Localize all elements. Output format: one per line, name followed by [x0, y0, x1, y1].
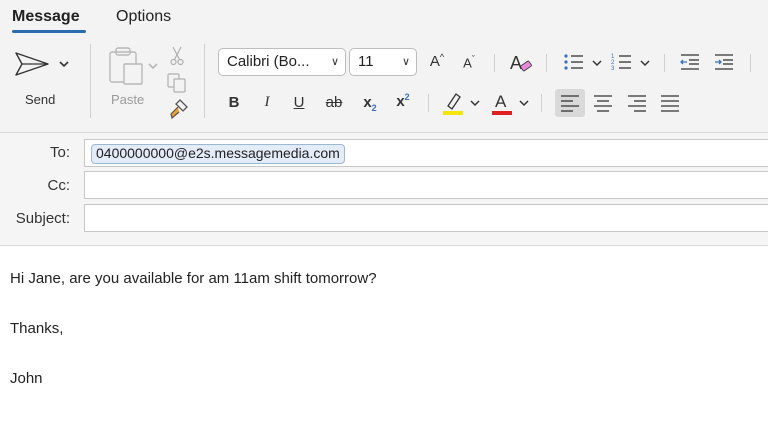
cc-field[interactable]: [84, 171, 768, 199]
paste-chevron-icon[interactable]: [148, 62, 158, 70]
body-line: Hi Jane, are you available for am 11am s…: [10, 270, 377, 287]
grow-font-icon[interactable]: A^: [427, 52, 447, 70]
highlight-color-swatch: [443, 111, 463, 115]
superscript-icon[interactable]: x2: [393, 92, 413, 110]
body-line: John: [10, 370, 43, 387]
message-body[interactable]: Hi Jane, are you available for am 11am s…: [0, 246, 768, 423]
divider: [428, 94, 429, 112]
active-tab-indicator: [12, 30, 86, 33]
decrease-indent-icon[interactable]: [679, 52, 701, 72]
recipient-chip[interactable]: 0400000000@e2s.messagemedia.com: [91, 144, 345, 164]
to-field[interactable]: 0400000000@e2s.messagemedia.com: [84, 139, 768, 167]
numbering-icon[interactable]: 1 2 3: [611, 52, 633, 72]
divider: [90, 44, 91, 118]
divider: [204, 44, 205, 118]
tab-options[interactable]: Options: [116, 8, 171, 26]
divider: [546, 54, 547, 72]
tab-message[interactable]: Message: [12, 8, 80, 26]
shrink-font-icon[interactable]: Aˇ: [459, 54, 479, 70]
italic-icon[interactable]: I: [258, 94, 276, 111]
scissors-icon[interactable]: [170, 46, 184, 66]
chevron-down-icon[interactable]: [640, 59, 650, 67]
font-name-select[interactable]: Calibri (Bo... ∨: [218, 48, 346, 76]
subject-label: Subject:: [15, 210, 70, 227]
send-icon[interactable]: [14, 50, 52, 78]
font-size-value: 11: [358, 53, 374, 70]
highlighter-icon[interactable]: [442, 90, 464, 116]
svg-text:3: 3: [611, 66, 615, 72]
font-color-icon[interactable]: A: [490, 90, 514, 116]
subject-field[interactable]: [84, 204, 768, 232]
increase-indent-icon[interactable]: [713, 52, 735, 72]
font-size-select[interactable]: 11 ∨: [349, 48, 417, 76]
svg-text:A: A: [510, 53, 522, 73]
align-left-icon[interactable]: [560, 94, 580, 112]
underline-icon[interactable]: U: [290, 94, 308, 111]
svg-text:A: A: [495, 92, 507, 111]
divider: [664, 54, 665, 72]
ribbon: Message Options Send Paste Calibri (Bo..…: [0, 0, 768, 133]
font-color-swatch: [492, 111, 512, 115]
copy-icon[interactable]: [166, 72, 188, 94]
chevron-down-icon[interactable]: [519, 99, 529, 107]
cc-label: Cc:: [47, 177, 71, 194]
message-header: To: 0400000000@e2s.messagemedia.com Cc: …: [0, 133, 768, 246]
align-center-icon[interactable]: [593, 94, 613, 112]
format-painter-icon[interactable]: [168, 98, 190, 120]
send-button[interactable]: Send: [25, 92, 55, 107]
divider: [494, 54, 495, 72]
bullets-icon[interactable]: [563, 52, 585, 72]
paste-button[interactable]: Paste: [111, 92, 144, 107]
clear-formatting-icon[interactable]: A: [508, 50, 534, 76]
chevron-down-icon[interactable]: [592, 59, 602, 67]
send-options-chevron-icon[interactable]: [59, 60, 69, 68]
chevron-down-icon: ∨: [330, 56, 339, 68]
subscript-icon[interactable]: x2: [360, 94, 380, 113]
body-line: Thanks,: [10, 320, 64, 337]
justify-icon[interactable]: [660, 94, 680, 112]
to-label: To:: [49, 144, 70, 161]
clipboard-icon[interactable]: [106, 46, 148, 86]
font-name-value: Calibri (Bo...: [227, 53, 310, 70]
chevron-down-icon[interactable]: [470, 99, 480, 107]
bold-icon[interactable]: B: [225, 94, 243, 111]
strikethrough-icon[interactable]: ab: [322, 94, 346, 111]
divider: [541, 94, 542, 112]
align-right-icon[interactable]: [627, 94, 647, 112]
chevron-down-icon: ∨: [401, 56, 410, 68]
divider: [750, 54, 751, 72]
